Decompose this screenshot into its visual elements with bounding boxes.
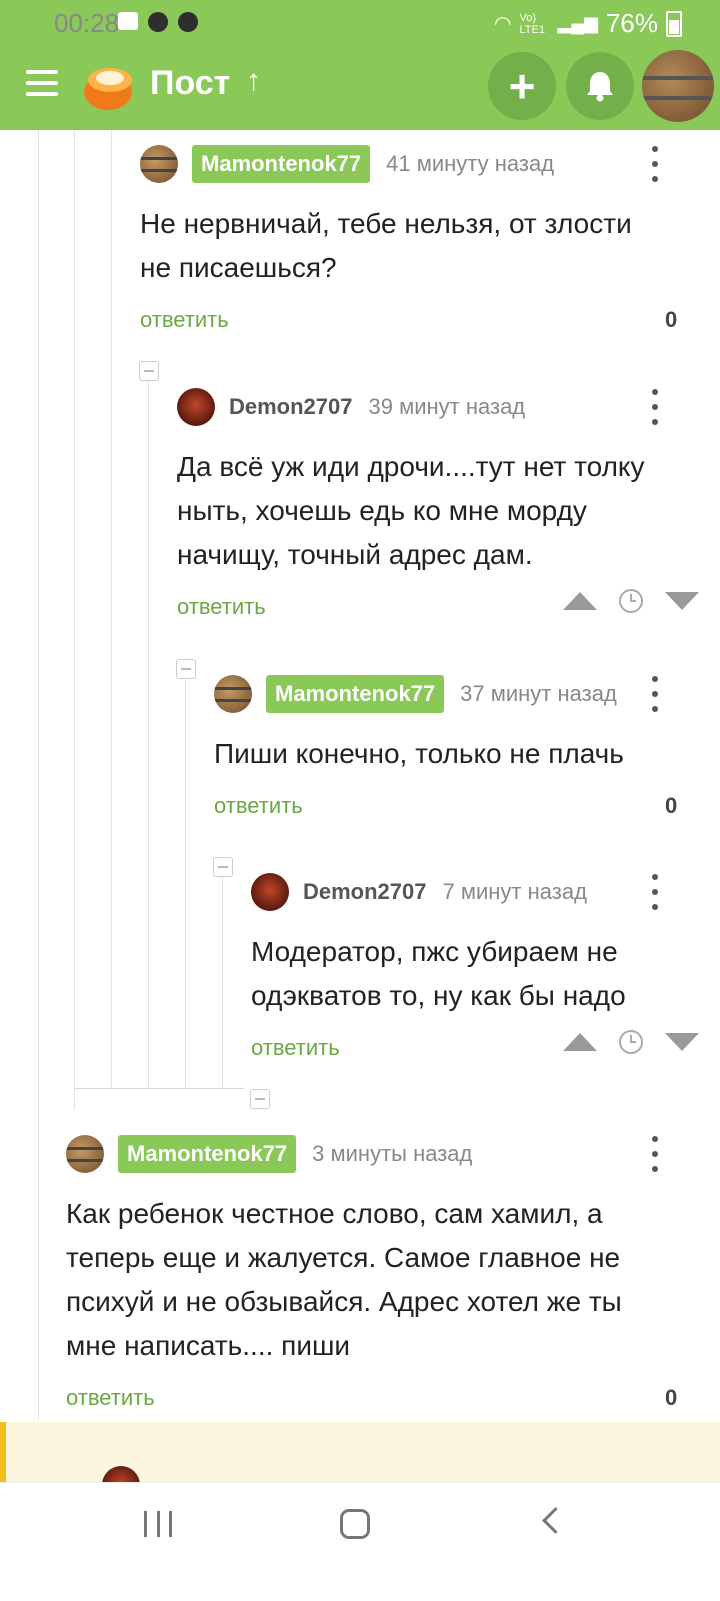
signal-icon: ▂▄▆ <box>557 13 598 33</box>
comment-text: Да всё уж иди дрочи....тут нет толку ныт… <box>177 451 645 570</box>
new-comment-marker <box>0 1422 6 1482</box>
downvote-icon[interactable] <box>665 1033 699 1051</box>
avatar[interactable] <box>251 873 289 911</box>
notifications-button[interactable] <box>566 52 634 120</box>
comment-time[interactable]: 7 минут назад <box>443 879 587 905</box>
reply-button[interactable]: ответить <box>214 793 303 819</box>
comment-time[interactable]: 3 минуты назад <box>312 1141 472 1167</box>
clock-icon[interactable] <box>619 589 643 613</box>
wifi-icon: ◠ <box>494 13 512 35</box>
bell-icon <box>587 72 613 102</box>
author-badge[interactable]: Mamontenok77 <box>266 675 445 713</box>
comment: Demon2707 7 минут назад Модератор, пжс у… <box>251 872 699 1067</box>
pikabu-logo[interactable] <box>80 58 136 114</box>
battery-icon <box>666 10 682 37</box>
app-notification-icon <box>178 12 198 32</box>
network-indicator: Vo) LTE1 <box>519 11 545 36</box>
collapse-icon[interactable] <box>213 857 233 877</box>
thread-line <box>74 130 75 1110</box>
author-badge[interactable]: Mamontenok77 <box>118 1135 297 1173</box>
avatar[interactable] <box>140 145 178 183</box>
system-nav-bar <box>0 1482 720 1601</box>
comment: Demon2707 39 минут назад Да всё уж иди д… <box>177 387 699 627</box>
thread-line <box>185 668 186 1088</box>
clock-icon[interactable] <box>619 1030 643 1054</box>
comment: Mamontenok77 41 минуту назад Не нервнича… <box>140 144 690 349</box>
more-icon[interactable] <box>650 146 660 182</box>
app-notification-icon <box>148 12 168 32</box>
comment-text: Модератор, пжс убираем не одэкватов то, … <box>251 936 626 1011</box>
thread-line <box>111 130 112 1088</box>
comment-score: 0 <box>665 307 678 332</box>
downvote-icon[interactable] <box>665 592 699 610</box>
author-badge[interactable]: Mamontenok77 <box>192 145 371 183</box>
upvote-icon[interactable] <box>563 1033 597 1051</box>
upvote-icon[interactable] <box>563 592 597 610</box>
comment-score: 0 <box>665 793 678 818</box>
comment: Mamontenok77 3 минуты назад Как ребенок … <box>66 1134 690 1419</box>
vote-controls <box>563 1030 699 1054</box>
avatar[interactable] <box>66 1135 104 1173</box>
user-avatar[interactable] <box>642 50 714 122</box>
add-post-button[interactable]: + <box>488 52 556 120</box>
avatar[interactable] <box>214 675 252 713</box>
page-title: Пост <box>150 64 231 102</box>
reply-button[interactable]: ответить <box>66 1385 155 1411</box>
more-icon[interactable] <box>650 389 660 425</box>
reply-button[interactable]: ответить <box>251 1035 340 1061</box>
home-icon[interactable] <box>340 1509 370 1539</box>
plus-icon: + <box>508 60 536 112</box>
menu-icon[interactable] <box>26 70 58 100</box>
vote-controls <box>563 589 699 613</box>
gallery-notification-icon <box>118 12 138 30</box>
status-time: 00:28 <box>54 8 120 38</box>
comment-text: Не нервничай, тебе нельзя, от злости не … <box>140 208 632 283</box>
reply-button[interactable]: ответить <box>177 594 266 620</box>
thread-line <box>148 370 149 1088</box>
recent-apps-icon[interactable] <box>144 1511 172 1537</box>
comment: Mamontenok77 37 минут назад Пиши конечно… <box>214 674 690 824</box>
comment-text: Пиши конечно, только не плачь <box>214 738 624 769</box>
thread-line <box>38 130 39 1420</box>
back-icon[interactable] <box>542 1507 569 1534</box>
author-name[interactable]: Demon2707 <box>229 394 353 420</box>
collapse-icon[interactable] <box>139 361 159 381</box>
avatar[interactable] <box>177 388 215 426</box>
collapse-icon[interactable] <box>250 1089 270 1109</box>
thread-line <box>222 866 223 1088</box>
battery-level: 76% <box>605 8 658 38</box>
comment-time[interactable]: 39 минут назад <box>369 394 526 420</box>
thread-end-line <box>74 1088 244 1089</box>
author-name[interactable]: Demon2707 <box>303 879 427 905</box>
more-icon[interactable] <box>650 676 660 712</box>
comment-time[interactable]: 37 минут назад <box>460 681 617 707</box>
comment-score: 0 <box>665 1385 678 1410</box>
more-icon[interactable] <box>650 1136 660 1172</box>
arrow-up-icon[interactable]: ↑ <box>246 64 261 98</box>
collapse-icon[interactable] <box>176 659 196 679</box>
status-bar: 00:28 ◠ Vo) LTE1 ▂▄▆ 76% <box>0 0 720 46</box>
more-icon[interactable] <box>650 874 660 910</box>
comment-text: Как ребенок честное слово, сам хамил, а … <box>66 1198 622 1361</box>
comment-time[interactable]: 41 минуту назад <box>386 151 554 177</box>
app-bar: Пост ↑ + <box>0 46 720 130</box>
notification-icons <box>118 12 198 32</box>
reply-button[interactable]: ответить <box>140 307 229 333</box>
new-comment-highlight <box>0 1422 720 1504</box>
